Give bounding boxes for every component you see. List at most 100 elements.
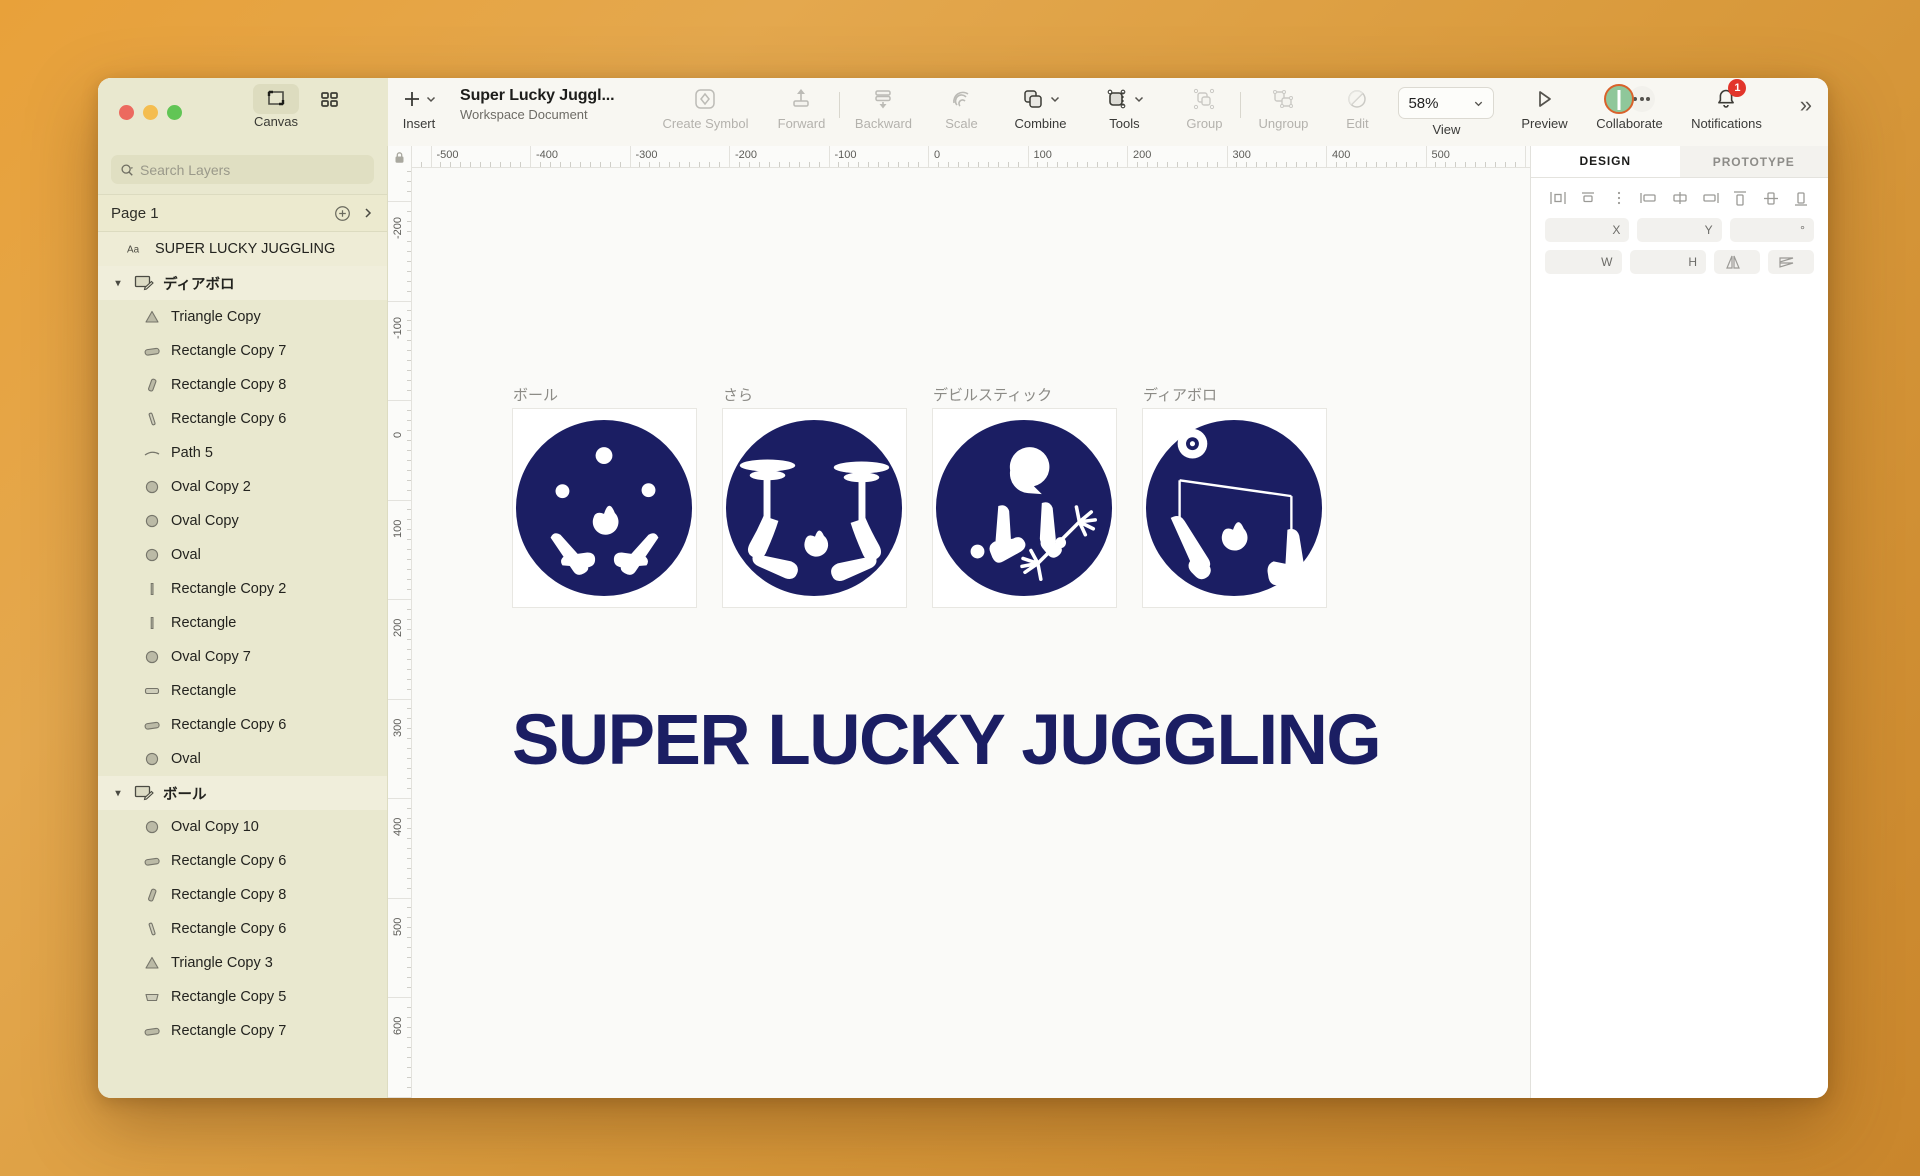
vertical-ruler[interactable]: -300-200-1000100200300400500600700800	[388, 168, 412, 1098]
ruler-label: -400	[536, 149, 559, 161]
x-field[interactable]: X	[1545, 218, 1630, 242]
align-top-icon[interactable]	[1729, 188, 1751, 208]
create-symbol-tool[interactable]: Create Symbol	[658, 84, 752, 131]
horizontal-ruler[interactable]: -700-600-500-400-300-200-100010020030040…	[388, 146, 1530, 168]
height-field[interactable]: H	[1629, 250, 1706, 274]
artboard-balls[interactable]: ボール	[512, 387, 697, 608]
list-item[interactable]: Rectangle Copy 5	[98, 980, 387, 1014]
document-title-block[interactable]: Super Lucky Juggl... Workspace Document	[460, 84, 615, 122]
design-canvas[interactable]: ボール さら デビルスティック ディアボロ SUPER LUCKY JUGGLI…	[412, 168, 1530, 1098]
collaborate-tool[interactable]: Collaborate	[1586, 84, 1672, 131]
edit-tool[interactable]: Edit	[1332, 84, 1382, 131]
artboard-label[interactable]: ボール	[513, 384, 558, 405]
chevron-right-icon[interactable]	[362, 206, 374, 220]
minimize-button[interactable]	[143, 104, 158, 120]
align-center-horizontal-icon[interactable]	[1577, 188, 1599, 208]
list-item[interactable]: Rectangle Copy 6	[98, 844, 387, 878]
window-controls[interactable]	[119, 104, 182, 120]
ruler-minor-tick	[1017, 162, 1019, 167]
notifications-tool[interactable]: 1 Notifications	[1680, 79, 1772, 131]
scale-tool[interactable]: Scale	[933, 84, 989, 131]
ungroup-tool[interactable]: Ungroup	[1248, 84, 1318, 131]
y-label: Y	[1704, 223, 1713, 237]
list-item[interactable]: ▾ ボール	[98, 776, 387, 810]
align-start-icon[interactable]	[1638, 188, 1660, 208]
view-zoom-tool[interactable]: 58% View	[1394, 84, 1498, 137]
canvas-toggle-label: Canvas	[253, 114, 299, 129]
chevron-down-icon[interactable]: ▾	[111, 788, 125, 799]
list-item[interactable]: Rectangle Copy 8	[98, 878, 387, 912]
flip-horizontal-button[interactable]	[1714, 250, 1760, 274]
grid-view-button[interactable]	[306, 84, 352, 114]
align-bottom-icon[interactable]	[1790, 188, 1812, 208]
list-item[interactable]: Triangle Copy 3	[98, 946, 387, 980]
artboard-devil-stick[interactable]: デビルスティック	[932, 387, 1117, 608]
layers-list[interactable]: Aa SUPER LUCKY JUGGLING ▾ ディアボロ Triangle…	[98, 232, 387, 1098]
page-selector-row[interactable]: Page 1	[98, 194, 387, 232]
combine-tool[interactable]: Combine	[1003, 84, 1077, 131]
inspector-tabs[interactable]: DESIGN PROTOTYPE	[1531, 146, 1828, 178]
alignment-toolbar[interactable]	[1531, 178, 1828, 214]
list-item[interactable]: Oval Copy 2	[98, 470, 387, 504]
toolbar-overflow-button[interactable]: »	[1800, 92, 1812, 118]
width-field[interactable]: W	[1545, 250, 1622, 274]
close-button[interactable]	[119, 104, 134, 120]
insert-tool[interactable]: Insert	[388, 84, 450, 131]
artboard-label[interactable]: ディアボロ	[1143, 384, 1217, 405]
align-left-icon[interactable]	[1547, 188, 1569, 208]
ruler-minor-tick	[569, 162, 571, 167]
list-item[interactable]: Path 5	[98, 436, 387, 470]
distribute-icon[interactable]	[1608, 188, 1630, 208]
ruler-minor-tick	[480, 162, 482, 167]
zoom-button[interactable]	[167, 104, 182, 120]
ruler-minor-tick	[798, 162, 800, 167]
forward-tool[interactable]: Forward	[770, 84, 832, 131]
chevron-down-icon[interactable]: ▾	[111, 278, 125, 289]
headline-text[interactable]: SUPER LUCKY JUGGLING	[512, 700, 1382, 781]
list-item[interactable]: Oval Copy	[98, 504, 387, 538]
tools-label: Tools	[1109, 116, 1140, 131]
list-item[interactable]: Triangle Copy	[98, 300, 387, 334]
tab-prototype[interactable]: PROTOTYPE	[1679, 146, 1828, 177]
zoom-select[interactable]: 58%	[1398, 87, 1495, 119]
list-item[interactable]: Rectangle Copy 7	[98, 334, 387, 368]
ruler-minor-tick	[639, 162, 641, 167]
list-item[interactable]: Rectangle Copy 2	[98, 572, 387, 606]
list-item[interactable]: Aa SUPER LUCKY JUGGLING	[98, 232, 387, 266]
list-item[interactable]: Rectangle Copy 8	[98, 368, 387, 402]
ruler-minor-tick	[1146, 162, 1148, 167]
artboard-diabolo[interactable]: ディアボロ	[1142, 387, 1327, 608]
group-tool[interactable]: Group	[1175, 84, 1233, 131]
align-middle-icon[interactable]	[1669, 188, 1691, 208]
ruler-minor-tick	[440, 162, 442, 167]
backward-tool[interactable]: Backward	[847, 84, 919, 131]
artboard-label[interactable]: デビルスティック	[933, 384, 1052, 405]
align-end-icon[interactable]	[1699, 188, 1721, 208]
transform-tools-tool[interactable]: Tools	[1091, 84, 1157, 131]
list-item[interactable]: Oval	[98, 538, 387, 572]
align-center-vertical-icon[interactable]	[1760, 188, 1782, 208]
rotation-field[interactable]: °	[1729, 218, 1814, 242]
artboard-plates[interactable]: さら	[722, 387, 907, 608]
list-item[interactable]: Rectangle Copy 6	[98, 402, 387, 436]
list-item[interactable]: Rectangle	[98, 606, 387, 640]
search-layers-input[interactable]: Search Layers	[111, 155, 374, 184]
view-mode-toggle[interactable]	[253, 84, 352, 114]
list-item[interactable]: Rectangle Copy 6	[98, 912, 387, 946]
ruler-lock-corner[interactable]	[388, 146, 412, 168]
list-item[interactable]: Oval	[98, 742, 387, 776]
canvas-view-button[interactable]	[253, 84, 299, 114]
y-field[interactable]: Y	[1637, 218, 1722, 242]
ruler-minor-tick	[709, 162, 711, 167]
tab-design[interactable]: DESIGN	[1531, 146, 1680, 177]
preview-tool[interactable]: Preview	[1512, 84, 1576, 131]
plus-circle-icon[interactable]	[334, 205, 351, 222]
list-item[interactable]: Oval Copy 10	[98, 810, 387, 844]
list-item[interactable]: Rectangle Copy 7	[98, 1014, 387, 1048]
list-item[interactable]: Rectangle	[98, 674, 387, 708]
list-item[interactable]: ▾ ディアボロ	[98, 266, 387, 300]
flip-vertical-button[interactable]	[1768, 250, 1814, 274]
artboard-label[interactable]: さら	[723, 384, 753, 405]
list-item[interactable]: Oval Copy 7	[98, 640, 387, 674]
list-item[interactable]: Rectangle Copy 6	[98, 708, 387, 742]
